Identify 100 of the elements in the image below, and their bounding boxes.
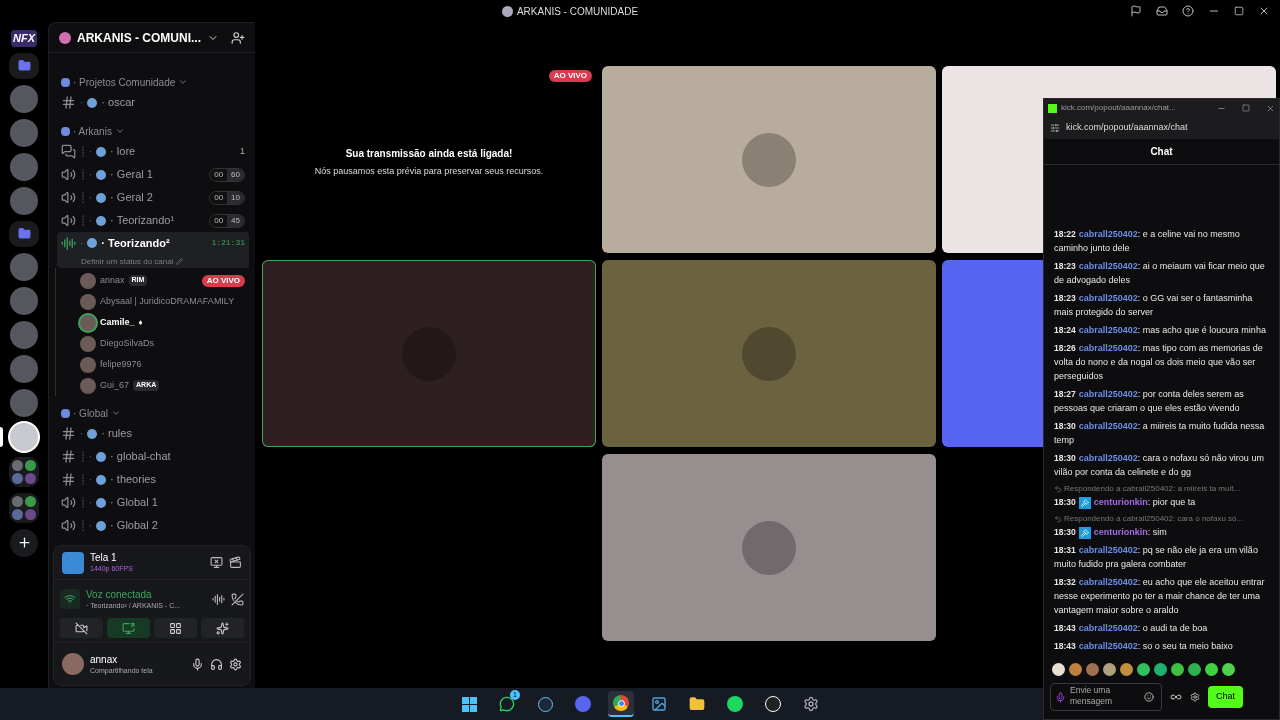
emote-icon[interactable] — [1188, 662, 1201, 676]
channel-item[interactable]: ┊ · · Global 1 — [57, 491, 249, 514]
emote-icon[interactable] — [1222, 662, 1235, 676]
channel-item[interactable]: ┊ · · Geral 1 00 60 — [57, 163, 249, 186]
stop-stream-icon[interactable] — [210, 556, 223, 569]
category-header[interactable]: · Arkanis — [57, 122, 249, 140]
channel-item[interactable]: ┊ · · Geral 2 00 10 — [57, 186, 249, 209]
channel-item[interactable]: · · Teorizando² 1:21:31 Definir um status do canal — [57, 232, 249, 268]
voice-member[interactable]: Abysaal | JuridicoDRAMAFAMILY — [80, 291, 249, 312]
reply-preview[interactable]: Respondendo a cabrall250402: cara o nofaxu só... — [1054, 513, 1271, 525]
channel-item[interactable]: ┊ · · theories — [57, 468, 249, 491]
chat-username[interactable]: cabrall250402 — [1078, 577, 1138, 587]
smiley-icon[interactable] — [1144, 692, 1154, 702]
participant-tile[interactable] — [602, 454, 936, 641]
username: annax — [90, 654, 119, 665]
settings-icon[interactable] — [1190, 692, 1200, 702]
chat-message: 18:27 cabrall250402: por conta deles serem as pessoas que criaram o que eles estão vivendo — [1054, 388, 1245, 415]
chat-username[interactable]: cabrall250402 — [1078, 389, 1138, 399]
hang-up-icon[interactable] — [231, 592, 244, 606]
folder-icon[interactable] — [9, 220, 39, 247]
chat-message: 18:43 cabrall250402: so o seu ta meio baixo — [1054, 640, 1234, 653]
chrome-taskbar-button[interactable] — [608, 691, 634, 717]
flag-icon[interactable] — [1130, 5, 1142, 17]
channel-item[interactable]: ┊ · · Global 2 — [57, 514, 249, 537]
channel-item[interactable]: ┊ · · lore 1 — [57, 140, 249, 163]
inbox-icon[interactable] — [1156, 5, 1168, 17]
camera-button[interactable] — [60, 618, 103, 638]
signal-icon — [60, 589, 80, 609]
voice-member[interactable]: felipe9976 — [80, 354, 249, 375]
channel-item[interactable]: ┊ · · global-chat — [57, 445, 249, 468]
user-avatar[interactable] — [62, 653, 84, 675]
settings-icon[interactable] — [229, 657, 242, 671]
chat-username[interactable]: cabrall250402 — [1078, 229, 1138, 239]
chat-message: 18:31 cabrall250402: pq se não ele ja era um vilão muito fudido pra galera combater — [1054, 544, 1259, 571]
invite-icon[interactable] — [231, 30, 245, 45]
unread-count: 1 — [240, 144, 245, 158]
channel-status[interactable]: Definir um status do canal — [61, 255, 183, 268]
activities-button[interactable] — [154, 618, 197, 638]
plus-icon — [16, 535, 32, 550]
server-folder[interactable] — [9, 456, 39, 487]
channel-prefix: · — [80, 427, 84, 441]
maximize-icon[interactable] — [1234, 6, 1244, 16]
emote-icon[interactable] — [1171, 662, 1184, 676]
chevron-down-icon — [178, 77, 189, 87]
chat-username[interactable]: cabrall250402 — [1078, 453, 1138, 463]
clapperboard-icon[interactable] — [229, 556, 242, 569]
close-icon[interactable] — [1258, 5, 1270, 17]
headphones-icon[interactable] — [210, 657, 223, 671]
channel-prefix: · — [80, 96, 84, 110]
reply-preview[interactable]: Respondendo a cabrall250402: a miireis ta muit... — [1054, 483, 1271, 495]
help-icon[interactable] — [1182, 5, 1194, 17]
emote-icon[interactable] — [1069, 662, 1082, 676]
category-header[interactable]: · Global — [57, 404, 249, 422]
emote-icon[interactable] — [1205, 662, 1218, 676]
server-avatar[interactable] — [10, 422, 38, 451]
add-server-button[interactable] — [10, 528, 38, 557]
server-header[interactable]: ARKANIS - COMUNI... — [49, 23, 255, 53]
chat-username[interactable]: cabrall250402 — [1078, 623, 1138, 633]
channel-item[interactable]: · · rules — [57, 422, 249, 445]
voice-member[interactable]: Camile_ ♦ — [80, 312, 249, 333]
chat-username[interactable]: centurionkin — [1093, 527, 1148, 537]
chat-username[interactable]: cabrall250402 — [1078, 325, 1138, 335]
chat-username[interactable]: cabrall250402 — [1078, 343, 1138, 353]
channel-item[interactable]: ┊ · · Teorizando¹ 00 45 — [57, 209, 249, 232]
voice-member[interactable]: DiegoSilvaDs — [80, 333, 249, 354]
voice-status: Voz conectada — [86, 589, 153, 600]
chat-username[interactable]: cabrall250402 — [1078, 261, 1138, 271]
message-field[interactable]: Envie uma mensagem — [1050, 683, 1162, 711]
emote-icon[interactable] — [1103, 662, 1116, 676]
emote-icon[interactable] — [1120, 662, 1133, 676]
member-name: DiegoSilvaDs — [100, 336, 155, 350]
server-folder[interactable] — [9, 492, 39, 523]
emote-icon[interactable] — [1154, 662, 1167, 676]
participant-avatar — [742, 132, 796, 187]
send-chat-button[interactable]: Chat — [1208, 686, 1243, 708]
emote-options-icon[interactable] — [1170, 691, 1182, 703]
channel-item[interactable]: · · oscar — [57, 91, 249, 114]
emote-icon[interactable] — [1137, 662, 1150, 676]
maximize-icon[interactable] — [1242, 104, 1250, 112]
participant-tile[interactable] — [602, 260, 936, 447]
participant-tile[interactable] — [602, 66, 936, 253]
channel-prefix: ┊ · — [80, 214, 93, 228]
chat-username[interactable]: cabrall250402 — [1078, 293, 1138, 303]
sparkles-icon — [216, 621, 229, 635]
user-count-pill: 00 10 — [209, 190, 245, 205]
chat-username[interactable]: cabrall250402 — [1078, 545, 1138, 555]
message-input[interactable]: Envie uma mensagem — [1070, 685, 1140, 709]
audio-wave-icon[interactable] — [212, 592, 225, 606]
emote-icon[interactable] — [1052, 662, 1065, 676]
chat-username[interactable]: centurionkin — [1093, 497, 1148, 507]
member-name: Camile_ — [100, 315, 135, 329]
category-header[interactable]: · Projetos Comunidade — [57, 73, 249, 91]
microphone-icon[interactable] — [191, 657, 204, 671]
folder-icon[interactable] — [9, 52, 39, 79]
site-settings-icon[interactable] — [1050, 123, 1060, 133]
chat-username[interactable]: cabrall250402 — [1078, 641, 1138, 651]
chat-username[interactable]: cabrall250402 — [1078, 421, 1138, 431]
share-button[interactable] — [107, 618, 150, 638]
soundboard-button[interactable] — [201, 618, 244, 638]
participant-tile[interactable] — [262, 260, 596, 447]
